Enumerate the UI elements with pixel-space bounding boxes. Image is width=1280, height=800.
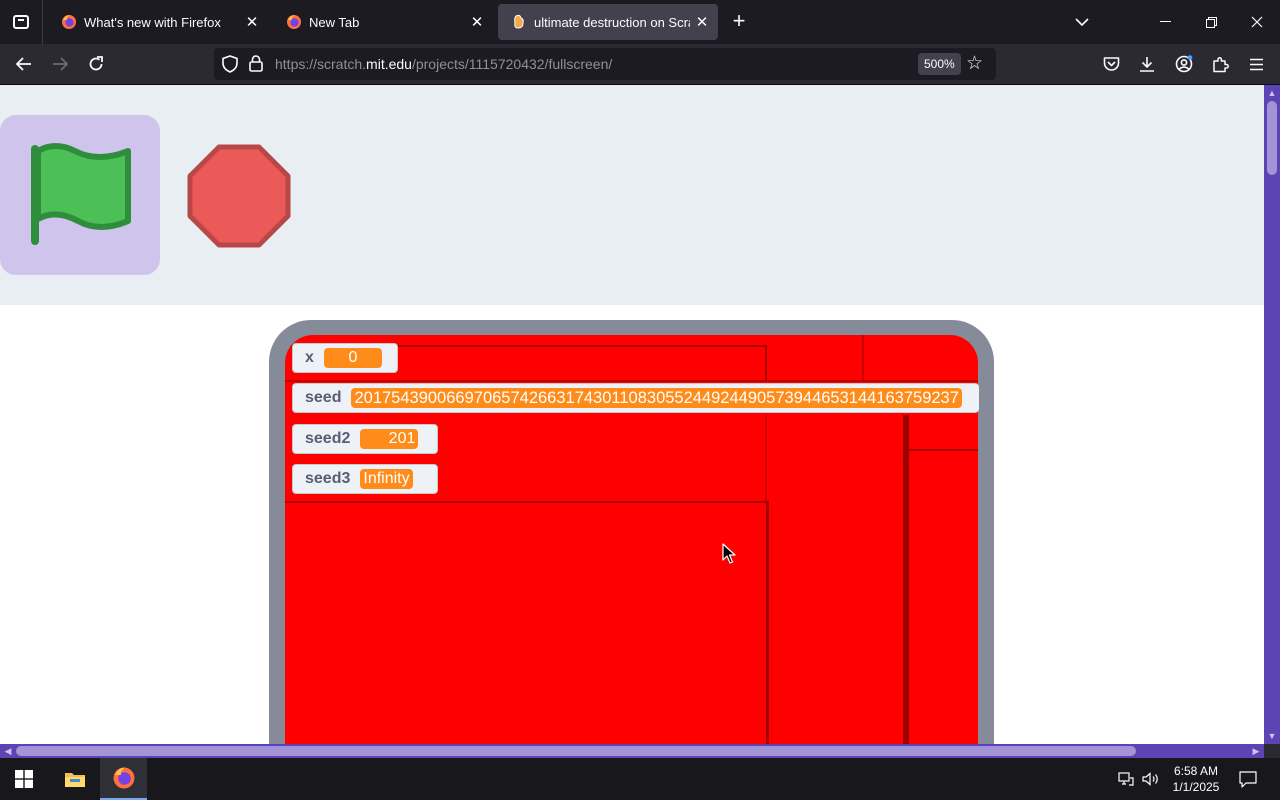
- tab-scratch-project[interactable]: ultimate destruction on Scratch ✕: [498, 4, 718, 40]
- navigation-bar: https://scratch.mit.edu/projects/1115720…: [0, 44, 1280, 85]
- tab-new-tab[interactable]: New Tab ✕: [273, 4, 493, 40]
- restore-icon: [1205, 16, 1217, 28]
- puzzle-icon: [1212, 56, 1229, 72]
- windows-taskbar: 6:58 AM 1/1/2025: [0, 758, 1280, 800]
- speaker-icon: [1142, 772, 1158, 786]
- windows-logo-icon: [15, 770, 33, 788]
- tab-label: What's new with Firefox: [84, 14, 221, 30]
- tab-manager-button[interactable]: [0, 0, 42, 44]
- zoom-level-button[interactable]: 500%: [918, 53, 961, 75]
- variable-monitor-seed2: seed2 201: [292, 424, 438, 454]
- extensions-button[interactable]: [1205, 50, 1235, 78]
- variable-monitor-x: x 0: [292, 343, 398, 373]
- tab-label: New Tab: [309, 14, 360, 30]
- stage-line: [285, 380, 978, 382]
- clock-time: 6:58 AM: [1173, 764, 1219, 778]
- scrollbar-thumb[interactable]: [1267, 101, 1277, 175]
- mouse-cursor-icon: [722, 543, 736, 564]
- vertical-scrollbar[interactable]: ▲ ▼: [1264, 85, 1280, 744]
- stage-line: [903, 415, 909, 744]
- download-icon: [1140, 57, 1154, 72]
- url-domain: mit.edu: [366, 56, 412, 72]
- system-clock[interactable]: 6:58 AM 1/1/2025: [1166, 763, 1226, 795]
- network-glyph-icon: [1118, 772, 1134, 786]
- account-button[interactable]: [1169, 50, 1199, 78]
- tab-whats-new[interactable]: What's new with Firefox ✕: [48, 4, 268, 40]
- hamburger-menu-icon: [1249, 58, 1263, 70]
- arrow-left-icon: [16, 57, 31, 71]
- firefox-icon: [113, 767, 134, 789]
- close-tab-icon[interactable]: ✕: [240, 10, 264, 34]
- app-menu-button[interactable]: [1241, 50, 1271, 78]
- bookmark-star-icon[interactable]: ☆: [966, 52, 983, 75]
- horizontal-scrollbar[interactable]: ◀ ▶: [0, 744, 1264, 758]
- new-tab-button[interactable]: +: [726, 9, 752, 35]
- monitor-value: Infinity: [360, 469, 413, 489]
- firefox-icon: [287, 15, 301, 29]
- scroll-up-arrow-icon[interactable]: ▲: [1264, 86, 1280, 100]
- stage-line: [285, 501, 768, 503]
- pocket-button[interactable]: [1096, 50, 1126, 78]
- volume-icon[interactable]: [1139, 758, 1163, 800]
- arrow-right-icon: [53, 57, 68, 71]
- scratch-icon: [514, 14, 524, 29]
- file-explorer-button[interactable]: [51, 758, 98, 800]
- firefox-taskbar-button[interactable]: [100, 758, 147, 800]
- monitor-value: 0: [323, 348, 382, 368]
- stage-line: [862, 335, 864, 380]
- divider: [42, 0, 43, 44]
- restore-button[interactable]: [1188, 0, 1234, 44]
- variable-monitor-seed: seed 20175439006697065742663174301108305…: [292, 383, 979, 413]
- close-window-button[interactable]: [1234, 0, 1280, 44]
- firefox-icon: [62, 15, 76, 29]
- action-center-button[interactable]: [1234, 758, 1262, 800]
- close-icon: [1251, 16, 1263, 28]
- notification-icon: [1239, 770, 1257, 788]
- scrollbar-corner: [1264, 744, 1280, 758]
- minimize-icon: [1159, 21, 1171, 22]
- scroll-down-arrow-icon[interactable]: ▼: [1264, 729, 1280, 743]
- downloads-button[interactable]: [1132, 50, 1162, 78]
- network-icon[interactable]: [1114, 758, 1138, 800]
- start-button[interactable]: [0, 758, 48, 800]
- url-text[interactable]: https://scratch.mit.edu/projects/1115720…: [275, 56, 612, 72]
- stage-line: [765, 345, 767, 380]
- url-prefix: https://scratch.: [275, 56, 367, 72]
- scroll-left-arrow-icon[interactable]: ◀: [1, 744, 15, 758]
- close-tab-icon[interactable]: ✕: [690, 10, 714, 34]
- url-bar[interactable]: https://scratch.mit.edu/projects/1115720…: [214, 48, 996, 80]
- monitor-value: 201: [360, 429, 419, 449]
- forward-button[interactable]: [45, 50, 75, 78]
- tracking-protection-icon[interactable]: [222, 55, 238, 73]
- tab-strip: What's new with Firefox ✕ New Tab ✕ ulti…: [0, 0, 1280, 44]
- folder-icon: [64, 773, 85, 787]
- pocket-icon: [1103, 57, 1119, 71]
- scroll-right-arrow-icon[interactable]: ▶: [1249, 744, 1263, 758]
- stage-area: x 0 seed 2017543900669706574266317430110…: [0, 85, 1264, 744]
- stage-line: [907, 449, 978, 451]
- clock-date: 1/1/2025: [1172, 780, 1220, 794]
- close-tab-icon[interactable]: ✕: [465, 10, 489, 34]
- stage-line: [765, 415, 767, 501]
- monitor-name: seed3: [305, 470, 351, 487]
- chevron-down-icon: [1075, 17, 1089, 26]
- url-path: /projects/1115720432/fullscreen/: [411, 56, 613, 72]
- monitor-name: seed2: [305, 430, 351, 447]
- tab-manager-icon: [13, 15, 29, 29]
- variable-monitor-seed3: seed3 Infinity: [292, 464, 438, 494]
- tab-label: ultimate destruction on Scratch: [534, 14, 690, 30]
- monitor-name: seed: [305, 389, 342, 406]
- minimize-button[interactable]: [1142, 0, 1188, 44]
- monitor-value: 2017543900669706574266317430110830552449…: [351, 388, 962, 408]
- account-icon: [1175, 55, 1193, 73]
- stage-line: [766, 501, 769, 744]
- list-all-tabs-button[interactable]: [1070, 10, 1094, 34]
- scrollbar-thumb[interactable]: [16, 746, 1136, 756]
- reload-icon: [89, 56, 103, 71]
- reload-button[interactable]: [81, 50, 111, 78]
- back-button[interactable]: [9, 50, 39, 78]
- lock-icon[interactable]: [249, 55, 263, 72]
- monitor-name: x: [305, 349, 314, 366]
